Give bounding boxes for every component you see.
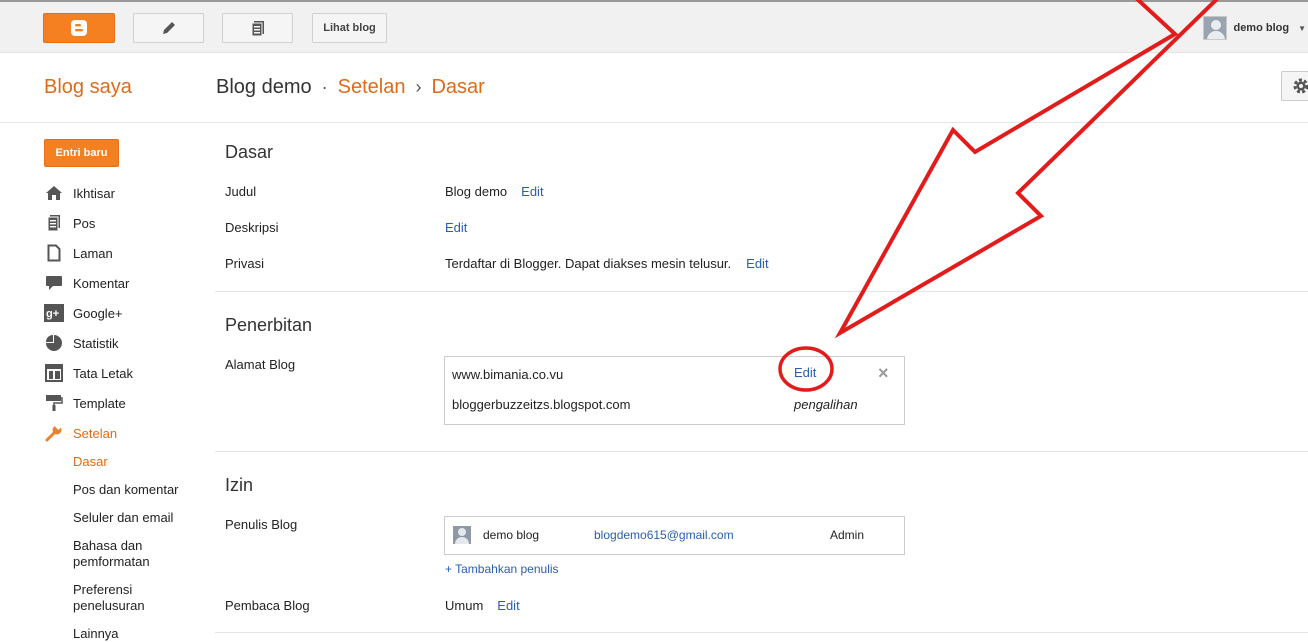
sidebar-item-settings[interactable]: Setelan <box>44 423 117 443</box>
breadcrumb: Blog demo · Setelan › Dasar <box>216 76 485 99</box>
sidebar-item-template[interactable]: Template <box>44 393 126 413</box>
breadcrumb-settings[interactable]: Setelan <box>338 76 406 99</box>
sidebar-item-comments[interactable]: Komentar <box>44 273 129 293</box>
description-row: Edit <box>445 220 467 235</box>
readers-row: Umum Edit <box>445 598 520 613</box>
edit-description-link[interactable]: Edit <box>445 220 467 235</box>
sidebar-subitem-language[interactable]: Bahasa dan pemformatan <box>73 538 173 570</box>
breadcrumb-separator: · <box>321 77 328 97</box>
divider <box>215 632 1308 633</box>
blogspot-domain: bloggerbuzzeitzs.blogspot.com <box>452 397 631 412</box>
sidebar-item-stats[interactable]: Statistik <box>44 333 119 353</box>
privacy-label: Privasi <box>225 256 265 271</box>
posts-icon <box>251 21 264 37</box>
sidebar-item-label: Ikhtisar <box>73 185 115 201</box>
sidebar-item-label: Laman <box>73 245 113 261</box>
sidebar-item-label: Komentar <box>73 275 130 291</box>
google-plus-icon: g+ <box>44 303 64 323</box>
divider <box>215 451 1308 452</box>
blogger-logo-button[interactable] <box>43 13 115 43</box>
sidebar-item-layout[interactable]: Tata Letak <box>44 363 133 383</box>
breadcrumb-blog-name: Blog demo <box>216 76 312 98</box>
readers-label: Pembaca Blog <box>225 598 310 613</box>
author-avatar <box>453 526 471 544</box>
blog-address-box: www.bimania.co.vu Edit × bloggerbuzzeitz… <box>444 356 905 425</box>
sidebar-item-posts[interactable]: Pos <box>44 213 95 233</box>
readers-value: Umum <box>445 598 484 613</box>
page-icon <box>44 243 64 263</box>
sidebar-subitem-basic[interactable]: Dasar <box>73 454 203 470</box>
sidebar-subitem-posts-comments[interactable]: Pos dan komentar <box>73 482 203 498</box>
privacy-row: Terdaftar di Blogger. Dapat diakses mesi… <box>445 256 769 271</box>
edit-address-link[interactable]: Edit <box>794 365 816 380</box>
comment-icon <box>44 273 64 293</box>
authors-label: Penulis Blog <box>225 517 298 532</box>
author-role: Admin <box>830 528 865 542</box>
title-value: Blog demo <box>445 184 508 199</box>
sidebar-item-label: Google+ <box>73 305 123 321</box>
description-label: Deskripsi <box>225 220 279 235</box>
sidebar-subitem-search-prefs[interactable]: Preferensi penelusuran <box>73 582 173 614</box>
blogger-icon <box>71 20 87 36</box>
user-menu[interactable]: demo blog ▼ <box>1203 14 1308 42</box>
view-blog-button[interactable]: Lihat blog <box>312 13 387 43</box>
sidebar-item-label: Statistik <box>73 335 119 351</box>
author-email[interactable]: blogdemo615@gmail.com <box>594 528 734 542</box>
breadcrumb-basic[interactable]: Dasar <box>431 76 484 99</box>
gear-icon <box>1293 78 1308 94</box>
close-icon[interactable]: × <box>878 363 889 384</box>
settings-gear-button[interactable] <box>1281 71 1308 101</box>
layout-icon <box>44 363 64 383</box>
top-bar: Lihat blog demo blog ▼ <box>0 0 1308 53</box>
sidebar-subitem-mobile-email[interactable]: Seluler dan email <box>73 510 203 526</box>
wrench-icon <box>44 423 64 443</box>
sidebar-item-google-plus[interactable]: g+ Google+ <box>44 303 123 323</box>
sidebar-item-pages[interactable]: Laman <box>44 243 113 263</box>
pie-chart-icon <box>44 333 64 353</box>
section-title-publishing: Penerbitan <box>225 315 313 335</box>
title-label: Judul <box>225 184 257 199</box>
blog-address-label: Alamat Blog <box>225 357 296 372</box>
my-blog-link[interactable]: Blog saya <box>44 76 132 99</box>
sidebar-item-label: Tata Letak <box>73 365 133 381</box>
divider <box>0 122 1308 123</box>
user-name: demo blog <box>1233 22 1290 34</box>
avatar <box>1203 16 1228 40</box>
author-name: demo blog <box>483 528 540 542</box>
edit-privacy-link[interactable]: Edit <box>746 256 768 271</box>
custom-domain: www.bimania.co.vu <box>452 367 564 382</box>
edit-readers-link[interactable]: Edit <box>497 598 519 613</box>
sidebar-item-overview[interactable]: Ikhtisar <box>44 183 115 203</box>
sidebar-item-label: Template <box>73 395 126 411</box>
sidebar-item-label: Pos <box>73 215 96 231</box>
title-row: Blog demo Edit <box>445 184 544 199</box>
edit-title-link[interactable]: Edit <box>521 184 543 199</box>
sidebar-subitem-other[interactable]: Lainnya <box>73 626 203 642</box>
svg-text:g+: g+ <box>46 308 59 320</box>
redirect-label: pengalihan <box>794 397 858 412</box>
authors-box: demo blog blogdemo615@gmail.com Admin <box>444 516 905 555</box>
section-title-permissions: Izin <box>225 475 254 495</box>
pencil-icon <box>162 22 175 34</box>
privacy-value: Terdaftar di Blogger. Dapat diakses mesi… <box>445 256 732 271</box>
paint-roller-icon <box>44 393 64 413</box>
section-title-basic: Dasar <box>225 142 274 162</box>
new-post-button[interactable] <box>133 13 204 43</box>
posts-list-button[interactable] <box>222 13 293 43</box>
posts-icon <box>44 213 64 233</box>
breadcrumb-separator: › <box>415 77 422 97</box>
add-author-link[interactable]: + Tambahkan penulis <box>445 562 559 576</box>
home-icon <box>44 183 64 203</box>
divider <box>215 291 1308 292</box>
new-entry-button[interactable]: Entri baru <box>44 139 119 167</box>
caret-down-icon: ▼ <box>1298 23 1306 33</box>
sidebar-item-label: Setelan <box>73 425 118 441</box>
